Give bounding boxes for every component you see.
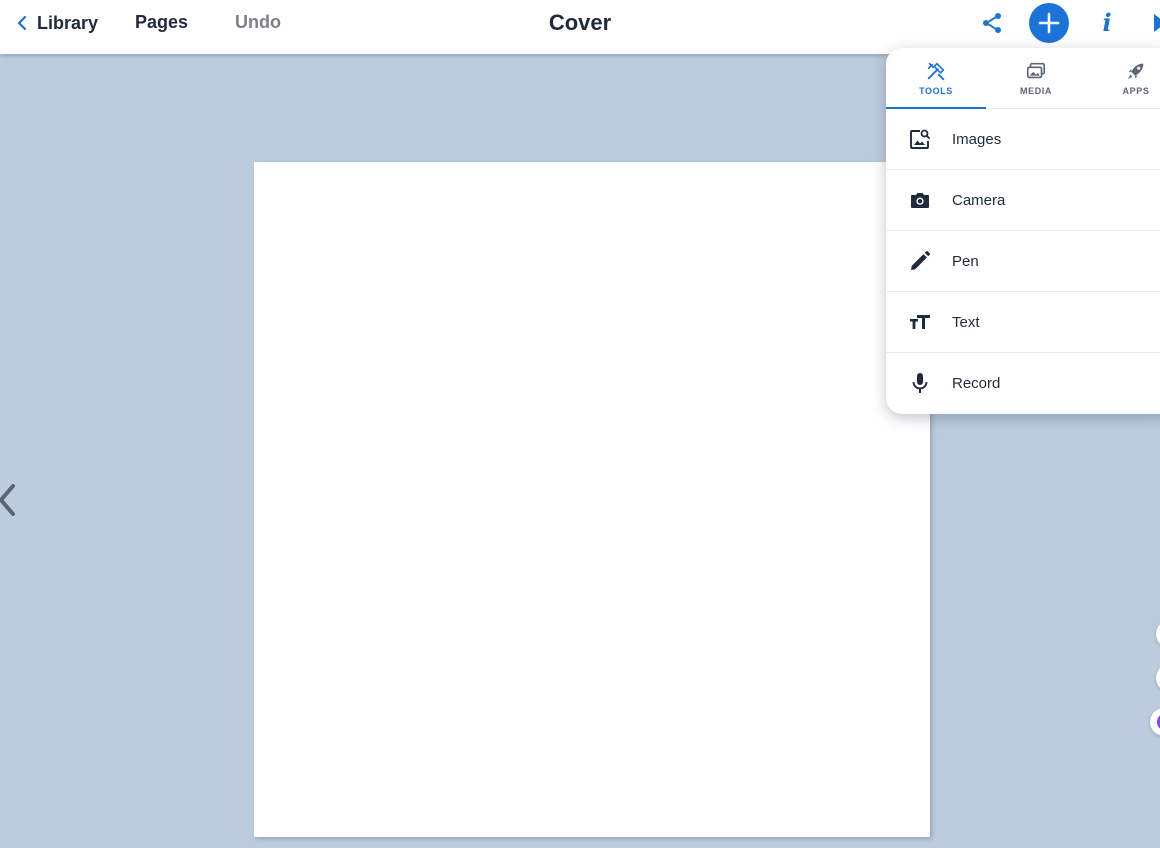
page-canvas[interactable] (254, 162, 930, 837)
tool-images[interactable]: Images (886, 109, 1160, 170)
tool-pen[interactable]: Pen (886, 231, 1160, 292)
tools-list: Images Camera Pen Text Record (886, 109, 1160, 413)
popover-tabs: TOOLS MEDIA APPS (886, 48, 1160, 109)
library-back-button[interactable]: Library (16, 10, 98, 36)
top-bar: Library Pages Undo Cover i (0, 0, 1160, 54)
assistant-button[interactable] (1150, 708, 1160, 736)
page-title[interactable]: Cover (549, 10, 611, 35)
info-icon[interactable]: i (1097, 8, 1117, 38)
camera-icon (911, 193, 929, 208)
add-button[interactable] (1029, 3, 1069, 43)
tool-camera-label: Camera (952, 191, 1006, 209)
tool-images-label: Images (952, 130, 1002, 148)
tab-tools[interactable]: TOOLS (886, 48, 986, 109)
pages-button[interactable]: Pages (135, 12, 188, 33)
zoom-in-button[interactable] (1156, 620, 1160, 648)
rocket-icon (1127, 63, 1144, 80)
play-icon[interactable] (1152, 11, 1160, 35)
undo-button[interactable]: Undo (235, 12, 281, 33)
plus-icon (1038, 12, 1060, 34)
previous-page-arrow-icon[interactable] (0, 480, 18, 520)
tool-record-label: Record (952, 374, 1001, 392)
tab-tools-label: TOOLS (919, 86, 953, 96)
tool-text-label: Text (952, 313, 980, 331)
text-size-icon (910, 315, 930, 329)
tab-apps-label: APPS (1122, 86, 1150, 96)
zoom-out-button[interactable] (1156, 664, 1160, 692)
media-icon (1026, 62, 1046, 79)
tools-icon (927, 62, 945, 81)
pen-icon (911, 251, 930, 270)
tab-media[interactable]: MEDIA (986, 48, 1086, 108)
tool-pen-label: Pen (952, 252, 979, 270)
tab-apps[interactable]: APPS (1086, 48, 1160, 108)
tool-text[interactable]: Text (886, 292, 1160, 353)
share-icon[interactable] (980, 11, 1004, 35)
library-label: Library (37, 12, 99, 33)
tool-camera[interactable]: Camera (886, 170, 1160, 231)
chevron-left-icon (17, 16, 27, 30)
tool-record[interactable]: Record (886, 353, 1160, 413)
image-search-icon (910, 129, 930, 149)
microphone-icon (912, 373, 928, 393)
tab-media-label: MEDIA (1020, 86, 1052, 96)
tools-popover: TOOLS MEDIA APPS Images Camera Pen Text … (886, 48, 1160, 414)
